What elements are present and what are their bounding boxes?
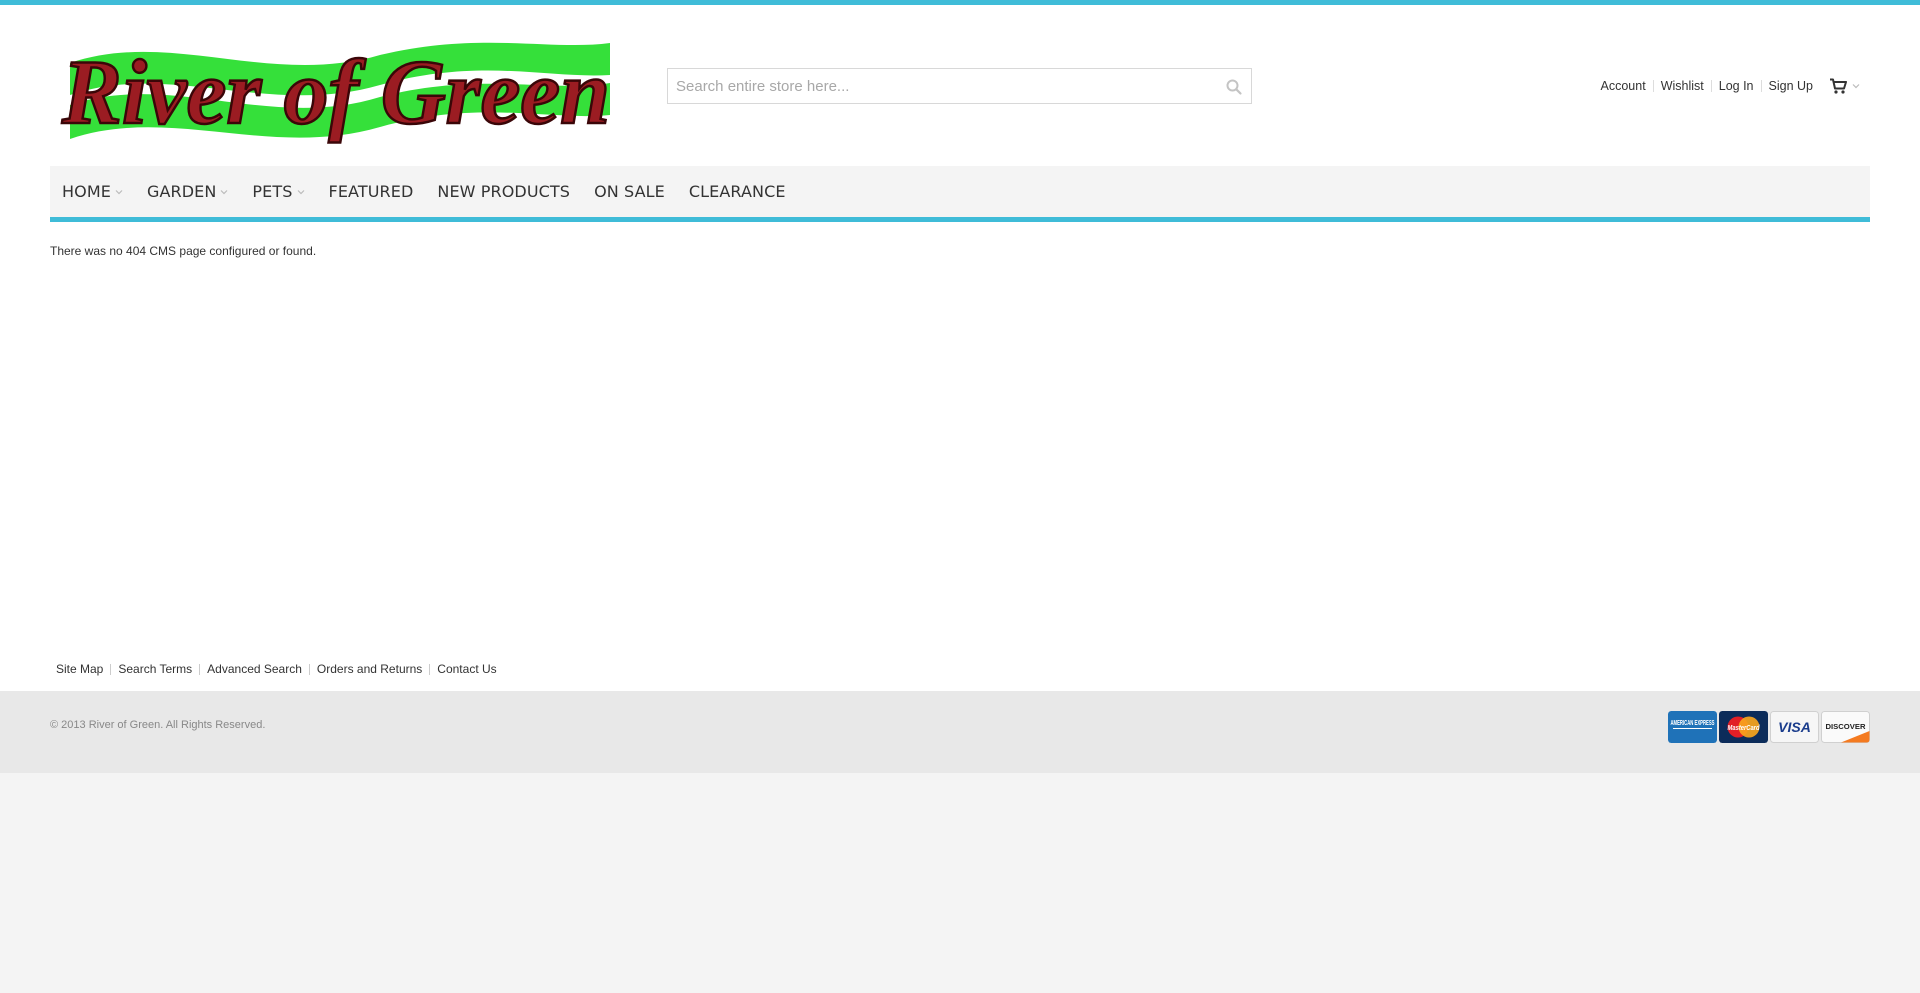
nav-item-label: CLEARANCE xyxy=(688,182,786,201)
discover-card-icon: DISCOVER xyxy=(1821,711,1870,743)
footer-link-search-terms[interactable]: Search Terms xyxy=(118,662,192,676)
account-link[interactable]: Account xyxy=(1601,79,1646,93)
nav-item-clearance[interactable]: CLEARANCE xyxy=(689,182,786,201)
nav-item-label: PETS xyxy=(252,182,293,201)
divider xyxy=(1652,80,1654,92)
payment-methods: AMERICAN EXPRESS MasterCard VISA DISCOVE… xyxy=(1668,711,1870,743)
footer-link-site-map[interactable]: Site Map xyxy=(56,662,103,676)
divider xyxy=(1760,80,1762,92)
chevron-down-icon xyxy=(1852,84,1860,89)
footer-link-advanced-search[interactable]: Advanced Search xyxy=(207,662,302,676)
nav-item-label: NEW PRODUCTS xyxy=(437,182,571,201)
chevron-down-icon xyxy=(297,189,304,194)
header: River of Green Account Wishlist Log In xyxy=(50,5,1870,166)
svg-text:DISCOVER: DISCOVER xyxy=(1826,722,1867,731)
divider xyxy=(1710,80,1712,92)
divider xyxy=(110,663,112,675)
footer-links: Site Map Search Terms Advanced Search Or… xyxy=(50,647,1870,691)
nav-item-new-products[interactable]: NEW PRODUCTS xyxy=(437,182,570,201)
cart-icon xyxy=(1830,78,1847,94)
logo[interactable]: River of Green xyxy=(50,35,622,153)
logo-image: River of Green xyxy=(60,40,611,145)
main-nav: HOME GARDEN PETS FEATURED NEW PRODUCTS O… xyxy=(50,166,1870,222)
nav-item-pets[interactable]: PETS xyxy=(252,182,304,201)
mastercard-icon: MasterCard xyxy=(1719,711,1768,743)
nav-item-label: FEATURED xyxy=(328,182,414,201)
wishlist-link[interactable]: Wishlist xyxy=(1661,79,1704,93)
nav-item-on-sale[interactable]: ON SALE xyxy=(594,182,665,201)
divider xyxy=(199,663,201,675)
main-content: There was no 404 CMS page configured or … xyxy=(50,222,1870,647)
footer-bottom: © 2013 River of Green. All Rights Reserv… xyxy=(0,691,1920,773)
search-input[interactable] xyxy=(668,69,1224,103)
visa-card-icon: VISA xyxy=(1770,711,1819,743)
nav-item-label: ON SALE xyxy=(594,182,665,201)
search-icon xyxy=(1226,79,1242,95)
logo-text: River of Green xyxy=(61,41,610,143)
nav-item-label: GARDEN xyxy=(146,182,217,201)
nav-item-garden[interactable]: GARDEN xyxy=(147,182,228,201)
page: River of Green Account Wishlist Log In xyxy=(0,5,1920,691)
nav-item-featured[interactable]: FEATURED xyxy=(329,182,414,201)
copyright: © 2013 River of Green. All Rights Reserv… xyxy=(50,719,266,731)
svg-text:MasterCard: MasterCard xyxy=(1728,725,1761,732)
top-links: Account Wishlist Log In Sign Up xyxy=(1601,78,1860,94)
divider xyxy=(308,663,310,675)
footer-link-contact-us[interactable]: Contact Us xyxy=(437,662,496,676)
svg-text:AMERICAN EXPRESS: AMERICAN EXPRESS xyxy=(1671,718,1715,727)
not-found-message: There was no 404 CMS page configured or … xyxy=(50,244,317,258)
search-box xyxy=(667,68,1252,104)
signup-link[interactable]: Sign Up xyxy=(1769,79,1813,93)
footer-link-orders-returns[interactable]: Orders and Returns xyxy=(317,662,422,676)
cart-button[interactable] xyxy=(1829,78,1860,94)
amex-card-icon: AMERICAN EXPRESS xyxy=(1668,711,1717,743)
svg-text:VISA: VISA xyxy=(1778,719,1811,735)
search-button[interactable] xyxy=(1225,78,1243,96)
nav-item-home[interactable]: HOME xyxy=(62,182,123,201)
login-link[interactable]: Log In xyxy=(1719,79,1754,93)
divider xyxy=(429,663,431,675)
chevron-down-icon xyxy=(220,189,228,194)
chevron-down-icon xyxy=(115,189,123,194)
nav-item-label: HOME xyxy=(62,182,111,201)
